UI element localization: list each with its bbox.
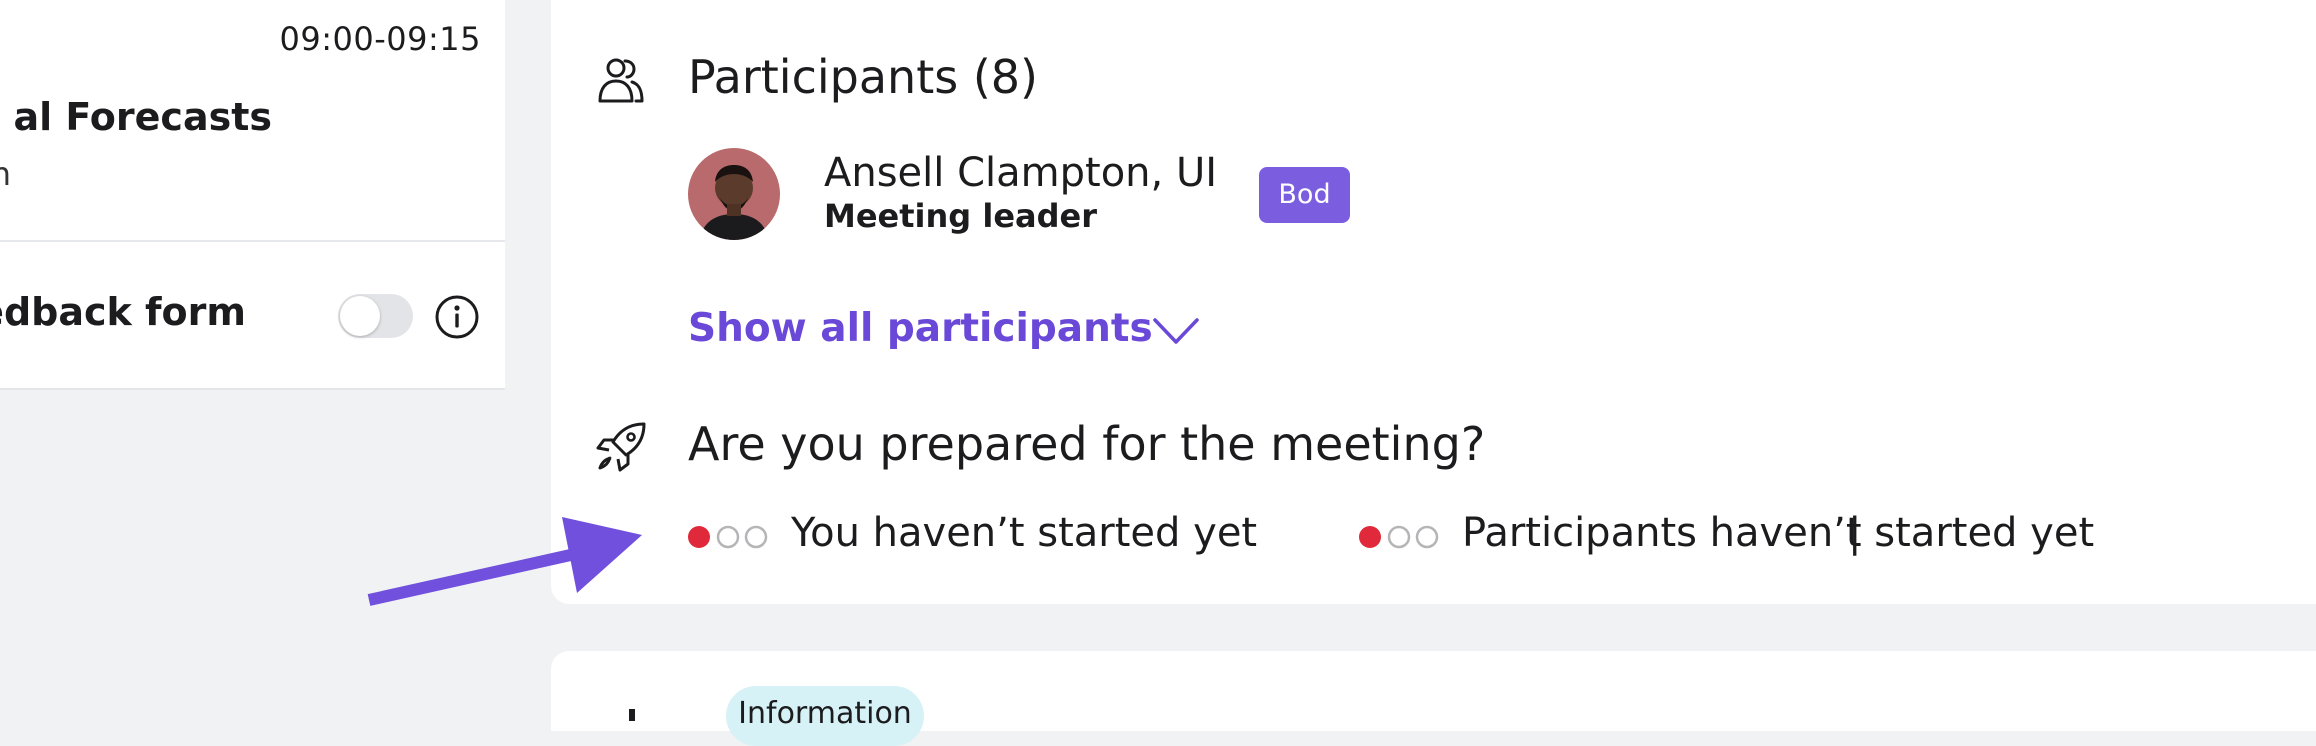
your-progress-dots-icon [688, 525, 768, 549]
role-badge: Bod [1259, 167, 1350, 223]
annotation-arrow-icon [367, 517, 642, 606]
divider [0, 240, 505, 242]
meeting-details-card: Participants (8) Ansell Clampton, UI Mee… [551, 0, 2316, 604]
info-icon[interactable] [434, 294, 480, 340]
next-section-card: Information [551, 651, 2316, 746]
participants-icon [598, 58, 644, 103]
rocket-icon [596, 422, 646, 472]
chevron-down-icon[interactable] [1152, 316, 1200, 346]
agenda-subtitle: n [0, 155, 11, 193]
avatar [688, 148, 780, 240]
preparation-title: Are you prepared for the meeting? [688, 417, 1486, 471]
participants-title: Participants (8) [688, 50, 1038, 104]
section-icon [629, 709, 635, 721]
feedback-form-toggle[interactable] [338, 294, 413, 338]
agenda-title: al Forecasts [13, 95, 272, 139]
information-tag: Information [726, 686, 924, 746]
feedback-form-label: edback form [0, 290, 246, 334]
toggle-knob [340, 296, 380, 336]
your-preparation-status: You haven’t started yet [791, 510, 1258, 556]
participants-preparation-status: Participants haven’t started yet [1462, 510, 2095, 556]
agenda-item-card[interactable]: 09:00-09:15 al Forecasts n edback form [0, 0, 505, 390]
meeting-leader-role: Meeting leader [824, 197, 1097, 235]
agenda-time: 09:00-09:15 [279, 20, 481, 58]
participants-progress-dots-icon [1359, 525, 1439, 549]
meeting-leader-name: Ansell Clampton, UI [824, 150, 1218, 196]
show-all-participants-link[interactable]: Show all participants [688, 306, 1153, 351]
